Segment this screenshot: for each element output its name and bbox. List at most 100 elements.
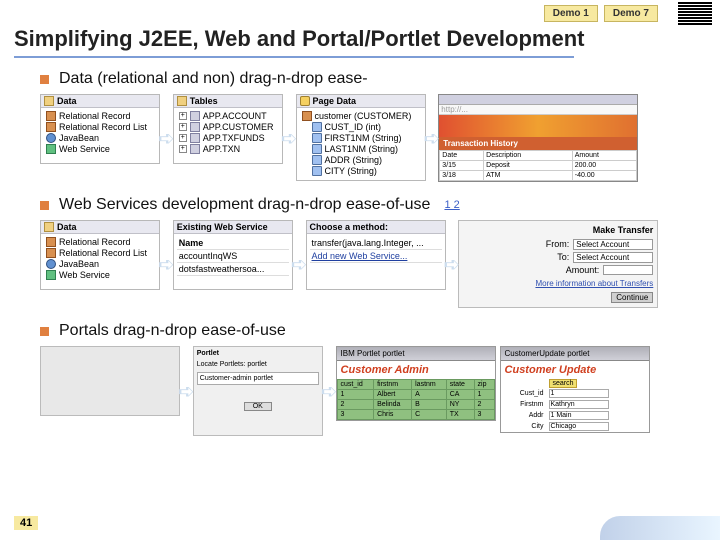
bullet-2: Web Services development drag-n-drop eas…: [40, 196, 710, 214]
table-item[interactable]: APP.ACCOUNT: [203, 111, 267, 121]
portal-designer: [40, 346, 180, 416]
data-panel-title: Data: [57, 222, 77, 232]
db-icon: [300, 96, 310, 106]
arrow-icon: ➪: [178, 379, 195, 404]
bullet-icon: [40, 327, 49, 336]
column-item[interactable]: CITY (String): [325, 166, 377, 176]
data-item[interactable]: Relational Record List: [59, 248, 147, 258]
field-input[interactable]: 1 Main: [549, 411, 609, 420]
record-icon: [46, 111, 56, 121]
from-select[interactable]: Select Account: [573, 239, 653, 250]
field-label: City: [501, 421, 547, 432]
data-panel-title: Data: [57, 96, 77, 106]
record-item[interactable]: customer (CUSTOMER): [315, 111, 412, 121]
section-3-panels: ➪ Portlet Locate Portlets: portlet Custo…: [40, 346, 710, 436]
data-item[interactable]: Web Service: [59, 144, 110, 154]
column-item[interactable]: FIRST1NM (String): [325, 133, 402, 143]
browser-titlebar: [439, 95, 637, 105]
table-item[interactable]: APP.TXFUNDS: [203, 133, 265, 143]
table-item[interactable]: APP.CUSTOMER: [203, 122, 274, 132]
data-item[interactable]: JavaBean: [59, 259, 99, 269]
to-label: To:: [557, 252, 569, 263]
portlet-head: CustomerUpdate portlet: [501, 347, 649, 361]
folder-icon: [44, 222, 54, 232]
expand-icon[interactable]: +: [179, 112, 187, 120]
bullet-1-text: Data (relational and non) drag-n-drop ea…: [59, 70, 368, 88]
folder-icon: [44, 96, 54, 106]
customer-admin-portlet: IBM Portlet portlet Customer Admin cust_…: [336, 346, 496, 421]
add-ws-link[interactable]: Add new Web Service...: [310, 250, 442, 263]
method-row[interactable]: transfer(java.lang.Integer, ...: [310, 237, 442, 250]
continue-button[interactable]: Continue: [611, 292, 653, 303]
record-icon: [302, 111, 312, 121]
webservice-icon: [46, 144, 56, 154]
pagedata-title: Page Data: [313, 96, 357, 106]
table-icon: [190, 111, 200, 121]
webservice-icon: [46, 270, 56, 280]
footer-decoration: [600, 516, 720, 540]
ibm-logo: [678, 2, 712, 25]
data-item[interactable]: JavaBean: [59, 133, 99, 143]
section-2-panels: Data Relational Record Relational Record…: [40, 220, 710, 308]
dlg-title: Portlet: [197, 350, 319, 357]
data-item[interactable]: Relational Record: [59, 111, 131, 121]
dlg-opt[interactable]: Customer-admin portlet: [197, 372, 319, 385]
pagedata-panel: Page Data customer (CUSTOMER) CUST_ID (i…: [296, 94, 426, 181]
table-item[interactable]: APP.TXN: [203, 144, 240, 154]
customer-update-portlet: CustomerUpdate portlet Customer Update s…: [500, 346, 650, 433]
column-item[interactable]: CUST_ID (int): [325, 122, 382, 132]
data-item[interactable]: Web Service: [59, 270, 110, 280]
column-icon: [312, 122, 322, 132]
tables-panel-title: Tables: [190, 96, 218, 106]
transaction-table: DateDescriptionAmount 3/15Deposit200.00 …: [439, 150, 637, 181]
ok-button[interactable]: OK: [244, 402, 272, 411]
search-box[interactable]: search: [549, 379, 576, 388]
ws-col-header: Name: [177, 237, 289, 250]
slide-title: Simplifying J2EE, Web and Portal/Portlet…: [14, 26, 585, 52]
field-input[interactable]: 1: [549, 389, 609, 398]
bullet-icon: [40, 75, 49, 84]
portlet-dialog: Portlet Locate Portlets: portlet Custome…: [193, 346, 323, 436]
column-icon: [312, 155, 322, 165]
column-item[interactable]: ADDR (String): [325, 155, 383, 165]
portlet-brand: Customer Update: [501, 361, 649, 379]
demo-1-button[interactable]: Demo 1: [544, 5, 598, 22]
info-link[interactable]: More information about Transfers: [463, 279, 653, 288]
column-icon: [312, 133, 322, 143]
column-icon: [312, 144, 322, 154]
section-1-panels: Data Relational Record Relational Record…: [40, 94, 710, 182]
browser-address: http://...: [439, 105, 637, 115]
top-bar: Demo 1 Demo 7: [536, 0, 720, 27]
table-icon: [190, 122, 200, 132]
record-icon: [46, 248, 56, 258]
method-title: Choose a method:: [307, 221, 445, 234]
data-item[interactable]: Relational Record List: [59, 122, 147, 132]
demo-7-button[interactable]: Demo 7: [604, 5, 658, 22]
ws-row[interactable]: accountInqWS: [177, 250, 289, 263]
table-icon: [190, 133, 200, 143]
dlg-opt[interactable]: Locate Portlets: portlet: [197, 361, 319, 368]
field-input[interactable]: Chicago: [549, 422, 609, 431]
demo-links[interactable]: 1 2: [444, 199, 459, 211]
field-input[interactable]: Kathryn: [549, 400, 609, 409]
column-item[interactable]: LAST1NM (String): [325, 144, 399, 154]
field-label: Firstnm: [501, 399, 547, 410]
field-label: Cust_id: [501, 388, 547, 399]
portlet-head: IBM Portlet portlet: [337, 347, 495, 361]
amount-input[interactable]: [603, 265, 653, 275]
table-icon: [190, 144, 200, 154]
bean-icon: [46, 133, 56, 143]
data-item[interactable]: Relational Record: [59, 237, 131, 247]
browser-banner: [439, 115, 637, 137]
bullet-3: Portals drag-n-drop ease-of-use: [40, 322, 710, 340]
field-label: Addr: [501, 410, 547, 421]
expand-icon[interactable]: +: [179, 134, 187, 142]
transfer-form: Make Transfer From:Select Account To:Sel…: [458, 220, 658, 308]
expand-icon[interactable]: +: [179, 145, 187, 153]
expand-icon[interactable]: +: [179, 123, 187, 131]
to-select[interactable]: Select Account: [573, 252, 653, 263]
portlet-brand: Customer Admin: [337, 361, 495, 379]
column-icon: [312, 166, 322, 176]
ws-row[interactable]: dotsfastweathersoa...: [177, 263, 289, 276]
folder-icon: [177, 96, 187, 106]
